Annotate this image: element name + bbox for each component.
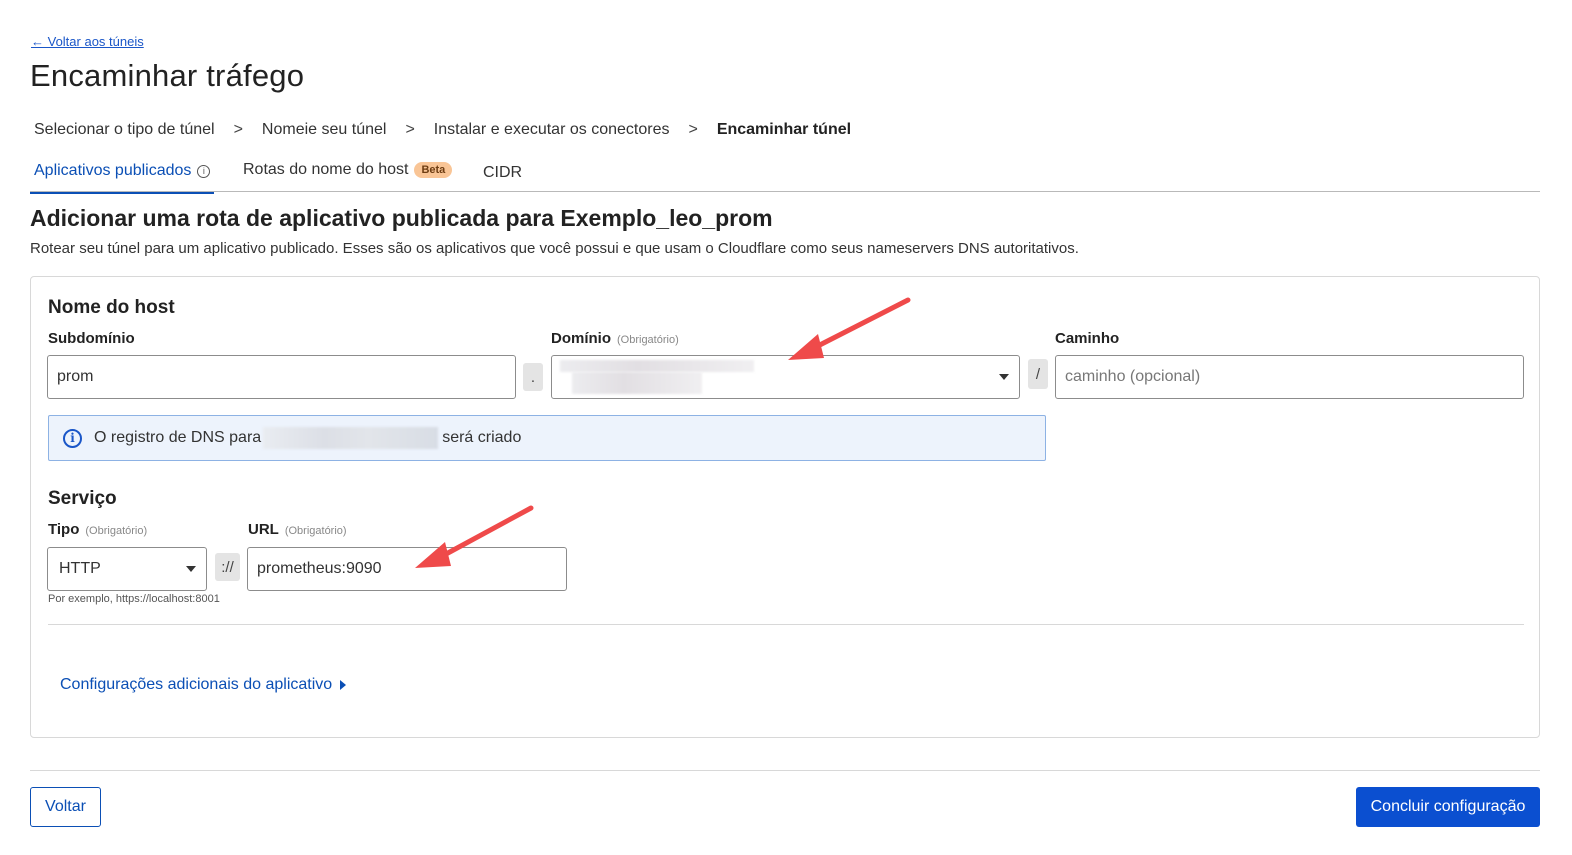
type-required-hint: (Obrigatório) [85, 525, 148, 537]
caret-right-icon [340, 680, 347, 690]
divider [48, 624, 1524, 625]
section-title: Adicionar uma rota de aplicativo publica… [30, 205, 773, 231]
tab-cidr[interactable]: CIDR [483, 164, 522, 182]
domain-select[interactable] [551, 355, 1020, 399]
service-type-select[interactable]: HTTP [47, 547, 207, 591]
section-description: Rotear seu túnel para um aplicativo publ… [30, 240, 1079, 257]
path-label: Caminho [1055, 330, 1120, 347]
url-example-hint: Por exemplo, https://localhost:8001 [48, 593, 220, 605]
breadcrumb: Selecionar o tipo de túnel > Nomeie seu … [34, 121, 851, 139]
footer-divider [30, 770, 1540, 771]
url-label-text: URL [248, 521, 279, 538]
tab-label: Rotas do nome do host [243, 161, 409, 178]
service-heading: Serviço [48, 488, 117, 509]
chevron-down-icon [999, 374, 1009, 380]
tab-label: Aplicativos publicados [34, 162, 192, 179]
back-to-tunnels-link[interactable]: ← Voltar aos túneis [31, 34, 144, 49]
info-icon[interactable]: i [197, 164, 211, 178]
dot-separator: . [523, 363, 543, 391]
beta-badge: Beta [414, 162, 453, 178]
notice-prefix: O registro de DNS para [94, 429, 262, 446]
breadcrumb-separator: > [233, 121, 243, 138]
breadcrumb-separator: > [688, 121, 698, 138]
hostname-heading: Nome do host [48, 297, 175, 318]
service-url-input[interactable]: prometheus:9090 [247, 547, 567, 591]
domain-label-text: Domínio [551, 330, 611, 347]
additional-settings-label: Configurações adicionais do aplicativo [60, 676, 333, 693]
subdomain-label: Subdomínio [48, 330, 135, 347]
breadcrumb-step-1: Selecionar o tipo de túnel [34, 121, 215, 138]
page-title: Encaminhar tráfego [30, 58, 305, 93]
url-required-hint: (Obrigatório) [284, 525, 347, 537]
finish-setup-button[interactable]: Concluir configuração [1356, 787, 1540, 827]
dns-record-notice: i O registro de DNS para será criado [48, 415, 1046, 461]
additional-settings-toggle[interactable]: Configurações adicionais do aplicativo [60, 676, 347, 694]
redacted-domain [560, 360, 754, 372]
type-label: Tipo (Obrigatório) [48, 521, 147, 538]
scheme-separator: :// [215, 553, 240, 581]
url-label: URL (Obrigatório) [248, 521, 347, 538]
tab-hostname-routes[interactable]: Rotas do nome do host Beta [243, 161, 453, 179]
domain-label: Domínio (Obrigatório) [551, 330, 679, 347]
info-circle-icon: i [63, 428, 82, 448]
breadcrumb-step-2: Nomeie seu túnel [261, 121, 387, 138]
breadcrumb-separator: > [405, 121, 415, 138]
redacted-domain [572, 372, 702, 394]
path-input[interactable]: caminho (opcional) [1055, 355, 1524, 399]
tab-bar: Aplicativos publicados i Rotas do nome d… [29, 158, 1540, 194]
tab-published-apps[interactable]: Aplicativos publicados i [29, 162, 215, 194]
type-label-text: Tipo [48, 521, 80, 538]
domain-required-hint: (Obrigatório) [617, 334, 679, 346]
breadcrumb-step-3: Instalar e executar os conectores [433, 121, 670, 138]
back-button[interactable]: Voltar [30, 787, 101, 827]
slash-separator: / [1028, 359, 1048, 389]
service-type-value: HTTP [59, 560, 101, 577]
breadcrumb-step-current: Encaminhar túnel [716, 121, 852, 138]
route-form-card: Nome do host Subdomínio prom . Domínio (O… [30, 276, 1540, 738]
notice-suffix: será criado [442, 429, 522, 446]
tab-label: CIDR [483, 164, 523, 181]
chevron-down-icon [186, 566, 196, 572]
subdomain-input[interactable]: prom [47, 355, 516, 399]
redacted-hostname [263, 427, 439, 449]
